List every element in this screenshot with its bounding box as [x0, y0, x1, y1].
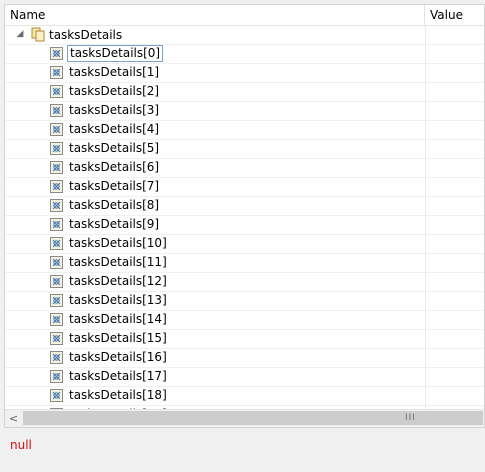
object-icon — [50, 142, 63, 155]
tree-row-label: tasksDetails[17] — [69, 369, 167, 383]
value-column-header[interactable]: Value — [425, 5, 484, 25]
array-icon — [31, 27, 45, 42]
object-icon — [50, 199, 63, 212]
tree-row[interactable]: tasksDetails[18] — [5, 387, 484, 406]
object-icon — [50, 218, 63, 231]
tree-row[interactable]: tasksDetails[11] — [5, 254, 484, 273]
object-icon — [50, 313, 63, 326]
tree-row[interactable]: tasksDetails[16] — [5, 349, 484, 368]
tree-row-label: tasksDetails[0] — [67, 45, 164, 62]
tree-row[interactable]: tasksDetails[14] — [5, 311, 484, 330]
tree-row[interactable]: tasksDetails[5] — [5, 140, 484, 159]
tree-root-row[interactable]: ◢ tasksDetails — [5, 26, 484, 45]
tree-rows: ◢ tasksDetails tasksDetails[0] tasksDetai… — [5, 26, 484, 412]
tree-row-label: tasksDetails[11] — [69, 255, 167, 269]
tree-row-label: tasksDetails[15] — [69, 331, 167, 345]
tree-row[interactable]: tasksDetails[17] — [5, 368, 484, 387]
thumb-grip: III — [405, 413, 416, 423]
object-icon — [50, 104, 63, 117]
object-icon — [50, 275, 63, 288]
detail-pane[interactable]: null — [4, 432, 485, 472]
tree-row[interactable]: tasksDetails[8] — [5, 197, 484, 216]
tree-row-label: tasksDetails[14] — [69, 312, 167, 326]
tree-root-label: tasksDetails — [49, 28, 123, 42]
object-icon — [50, 85, 63, 98]
object-icon — [50, 351, 63, 364]
object-icon — [50, 66, 63, 79]
tree-row-label: tasksDetails[3] — [69, 103, 160, 117]
name-column-header[interactable]: Name — [5, 5, 425, 25]
tree-row[interactable]: tasksDetails[6] — [5, 159, 484, 178]
column-header: Name Value — [5, 5, 484, 26]
tree-row[interactable]: tasksDetails[3] — [5, 102, 484, 121]
object-icon — [50, 180, 63, 193]
detail-value-text: null — [10, 438, 32, 452]
tree-row[interactable]: tasksDetails[10] — [5, 235, 484, 254]
tree-row[interactable]: tasksDetails[0] — [5, 45, 484, 64]
tree-row[interactable]: tasksDetails[7] — [5, 178, 484, 197]
tree-row-label: tasksDetails[4] — [69, 122, 160, 136]
scroll-left-button[interactable]: < — [5, 410, 22, 427]
tree-row[interactable]: tasksDetails[4] — [5, 121, 484, 140]
object-icon — [50, 389, 63, 402]
tree-row[interactable]: tasksDetails[9] — [5, 216, 484, 235]
tree-row-label: tasksDetails[2] — [69, 84, 160, 98]
horizontal-scrollbar[interactable]: < III — [5, 409, 484, 427]
tree-row[interactable]: tasksDetails[2] — [5, 83, 484, 102]
tree-row-label: tasksDetails[7] — [69, 179, 160, 193]
tree-row-label: tasksDetails[6] — [69, 160, 160, 174]
tree-row-label: tasksDetails[5] — [69, 141, 160, 155]
tree-row-label: tasksDetails[1] — [69, 65, 160, 79]
object-icon — [50, 294, 63, 307]
tree-row[interactable]: tasksDetails[13] — [5, 292, 484, 311]
object-icon — [50, 237, 63, 250]
tree-row-label: tasksDetails[12] — [69, 274, 167, 288]
collapse-icon[interactable]: ◢ — [15, 29, 25, 39]
object-icon — [50, 47, 63, 60]
object-icon — [50, 256, 63, 269]
tree-row-label: tasksDetails[8] — [69, 198, 160, 212]
object-icon — [50, 332, 63, 345]
tree-row[interactable]: tasksDetails[12] — [5, 273, 484, 292]
object-icon — [50, 123, 63, 136]
object-icon — [50, 370, 63, 383]
scroll-thumb[interactable]: III — [23, 411, 483, 425]
tree-row-label: tasksDetails[13] — [69, 293, 167, 307]
tree-row-label: tasksDetails[18] — [69, 388, 167, 402]
object-icon — [50, 161, 63, 174]
tree-row-label: tasksDetails[16] — [69, 350, 167, 364]
tree-row-label: tasksDetails[9] — [69, 217, 160, 231]
tree-row-label: tasksDetails[10] — [69, 236, 167, 250]
variables-tree[interactable]: Name Value ◢ tasksDetails tasksDetails[0… — [4, 4, 485, 428]
tree-row[interactable]: tasksDetails[1] — [5, 64, 484, 83]
tree-row[interactable]: tasksDetails[15] — [5, 330, 484, 349]
